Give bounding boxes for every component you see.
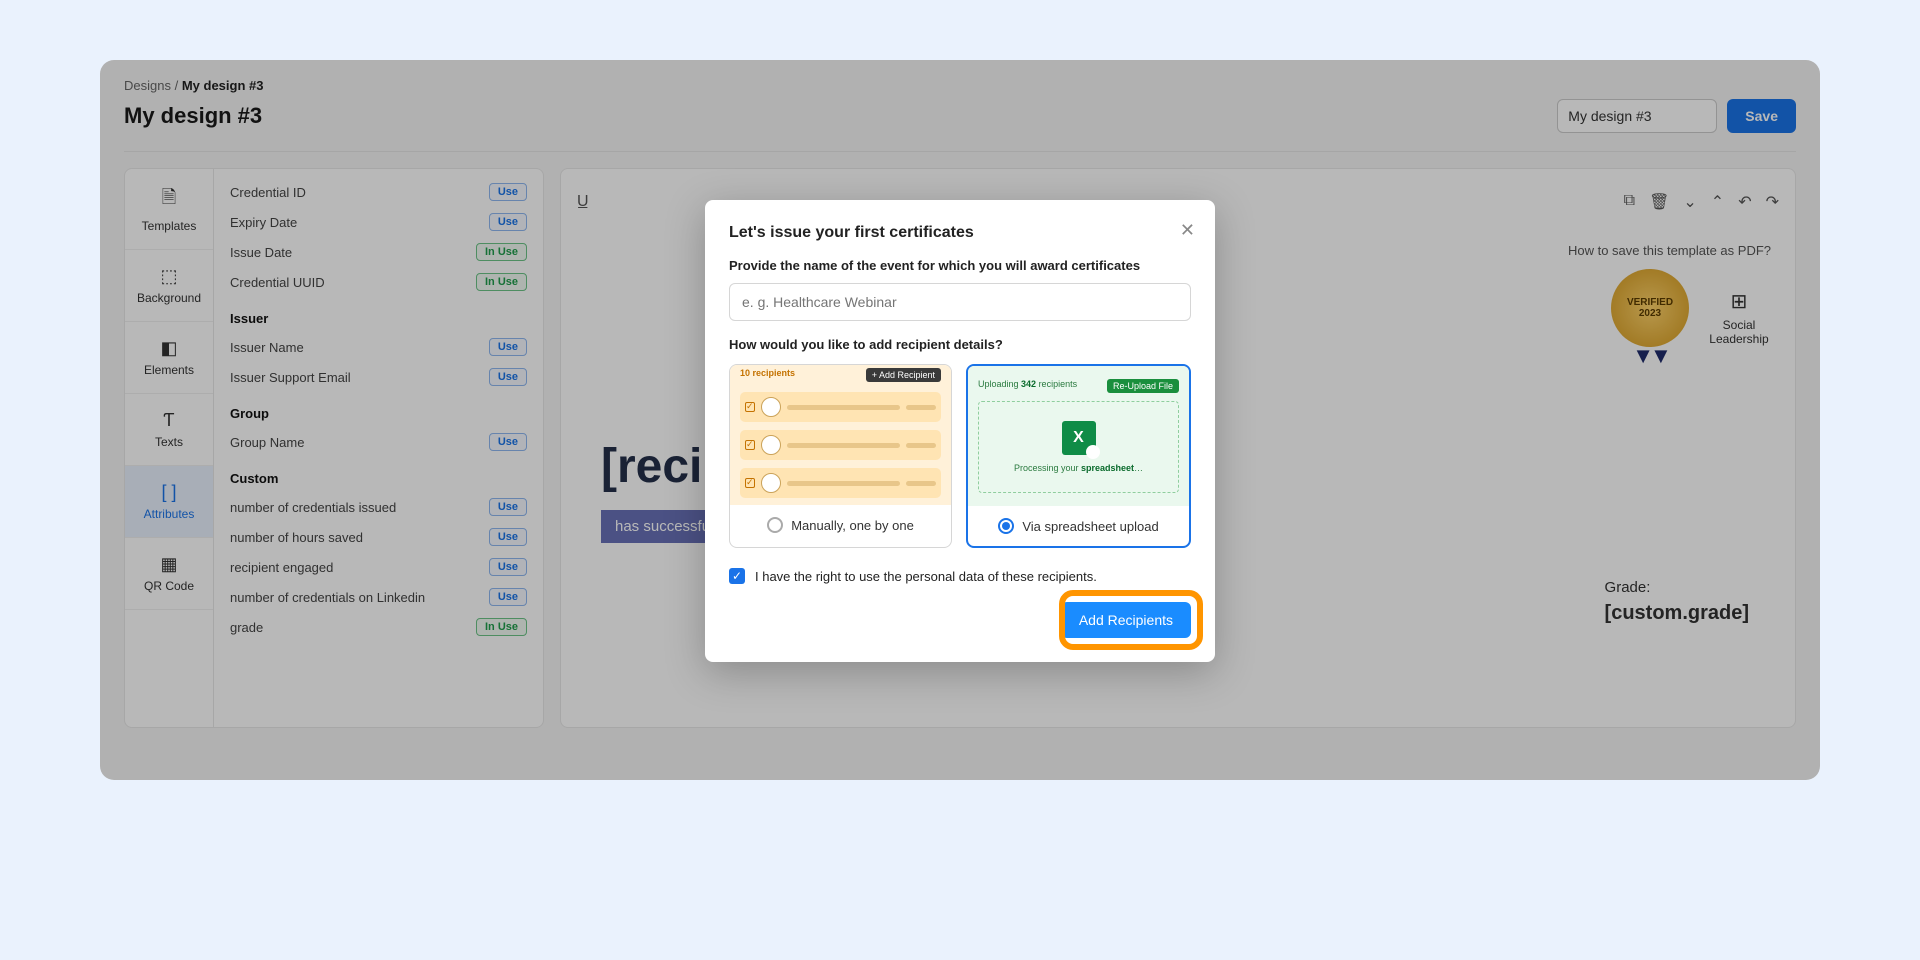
issue-certificates-modal: ✕ Let's issue your first certificates Pr…	[705, 200, 1215, 662]
radio-spreadsheet[interactable]	[998, 518, 1014, 534]
reupload-badge: Re-Upload File	[1107, 379, 1179, 393]
event-name-label: Provide the name of the event for which …	[729, 258, 1191, 273]
method-label: How would you like to add recipient deta…	[729, 337, 1191, 352]
option-manual[interactable]: 10 recipients + Add Recipient Manually, …	[729, 364, 952, 548]
option-spreadsheet[interactable]: Uploading 342 recipients Re-Upload File …	[966, 364, 1191, 548]
event-name-input[interactable]	[729, 283, 1191, 321]
modal-title: Let's issue your first certificates	[729, 224, 1191, 242]
option-manual-label: Manually, one by one	[791, 518, 914, 533]
processing-text: Processing your spreadsheet…	[1014, 463, 1143, 473]
consent-text: I have the right to use the personal dat…	[755, 569, 1097, 584]
radio-manual[interactable]	[767, 517, 783, 533]
consent-checkbox[interactable]: ✓	[729, 568, 745, 584]
close-icon[interactable]: ✕	[1180, 220, 1195, 241]
sheet-preview: Uploading 342 recipients Re-Upload File …	[968, 366, 1189, 506]
manual-preview: 10 recipients + Add Recipient	[730, 365, 951, 505]
excel-icon: X	[1062, 421, 1096, 455]
app-frame: Designs / My design #3 My design #3 Save…	[100, 60, 1820, 780]
uploading-text: Uploading 342 recipients	[978, 379, 1077, 393]
add-recipient-badge: + Add Recipient	[866, 368, 941, 382]
option-spreadsheet-label: Via spreadsheet upload	[1022, 519, 1158, 534]
manual-count: 10 recipients	[740, 368, 795, 382]
add-recipients-button[interactable]: Add Recipients	[1061, 602, 1191, 638]
